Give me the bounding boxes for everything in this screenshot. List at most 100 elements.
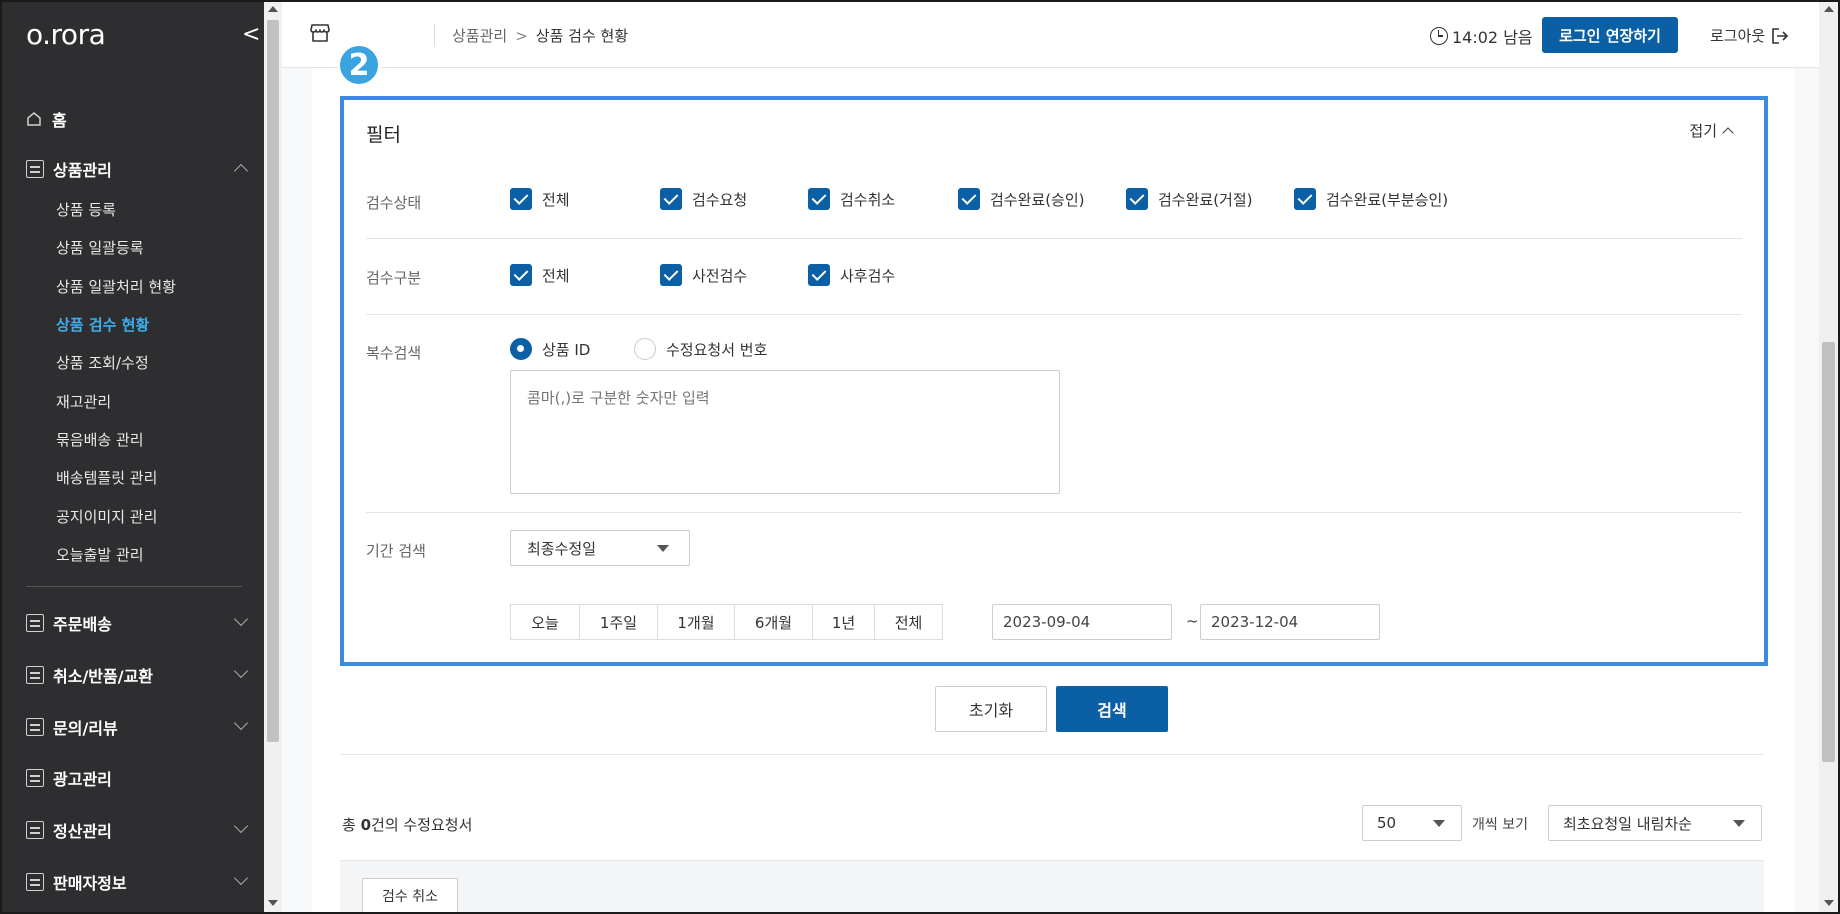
sidebar-subitem-bulk-register[interactable]: 상품 일괄등록: [56, 237, 144, 259]
checkbox-label: 검수취소: [840, 190, 896, 209]
per-page-label: 개씩 보기: [1472, 817, 1528, 833]
period-all-button[interactable]: 전체: [875, 605, 942, 639]
sidebar-item-settlement[interactable]: 정산관리: [26, 817, 249, 843]
session-timer: 14:02 남음: [1430, 24, 1533, 48]
type-checkbox-post[interactable]: 사후검수: [808, 264, 895, 286]
breadcrumb: 상품관리 > 상품 검수 현황: [452, 25, 628, 46]
status-checkbox-partial[interactable]: 검수완료(부분승인): [1294, 188, 1448, 210]
sidebar-subitem-inspection-status[interactable]: 상품 검수 현황: [56, 314, 149, 336]
store-icon[interactable]: [310, 24, 330, 42]
end-date-input[interactable]: 2023-12-04: [1200, 604, 1380, 640]
status-checkbox-approved[interactable]: 검수완료(승인): [958, 188, 1085, 210]
per-page-select[interactable]: 50: [1362, 805, 1462, 841]
sidebar-collapse-button[interactable]: <: [242, 24, 260, 48]
chevron-down-icon: [233, 663, 249, 679]
radio-request-no[interactable]: 수정요청서 번호: [634, 338, 767, 360]
sidebar-subitem-product-register[interactable]: 상품 등록: [56, 199, 116, 221]
sidebar-scrollbar-thumb[interactable]: [267, 20, 279, 742]
checkbox-checked-icon: [1126, 188, 1148, 210]
checkbox-label: 검수완료(부분승인): [1326, 190, 1449, 209]
date-range-separator: ~: [1186, 612, 1199, 630]
checkbox-label: 전체: [542, 190, 570, 209]
sidebar-item-returns[interactable]: 취소/반품/교환: [26, 662, 249, 688]
status-checkbox-cancelled[interactable]: 검수취소: [808, 188, 895, 210]
type-checkbox-all[interactable]: 전체: [510, 264, 570, 286]
clock-icon: [1430, 27, 1448, 45]
chevron-down-icon: [233, 715, 249, 731]
checkbox-checked-icon: [510, 188, 532, 210]
reset-button[interactable]: 초기화: [935, 686, 1047, 732]
sort-select[interactable]: 최초요청일 내림차순: [1548, 805, 1762, 841]
section-divider: [340, 754, 1764, 755]
breadcrumb-parent[interactable]: 상품관리: [452, 25, 507, 46]
scroll-down-arrow-icon[interactable]: [1824, 900, 1834, 906]
document-icon: [26, 666, 44, 684]
sidebar-subitem-product-edit[interactable]: 상품 조회/수정: [56, 352, 149, 374]
sidebar-item-ads[interactable]: 광고관리: [26, 765, 246, 791]
period-quick-buttons: 오늘 1주일 1개월 6개월 1년 전체: [510, 604, 943, 640]
extend-login-button[interactable]: 로그인 연장하기: [1542, 17, 1678, 53]
status-checkbox-rejected[interactable]: 검수완료(거절): [1126, 188, 1253, 210]
sidebar-subitem-bulk-status[interactable]: 상품 일괄처리 현황: [56, 276, 176, 298]
document-icon: [26, 614, 44, 632]
collapse-label: 접기: [1689, 122, 1717, 140]
results-table-toolbar: [340, 860, 1764, 912]
document-icon: [26, 873, 44, 891]
logout-button[interactable]: 로그아웃: [1710, 25, 1789, 46]
chevron-down-icon: [233, 611, 249, 627]
multi-search-input[interactable]: [510, 370, 1060, 494]
checkbox-label: 전체: [542, 266, 570, 285]
radio-selected-icon: [510, 338, 532, 360]
breadcrumb-separator: >: [515, 26, 528, 45]
total-count: 0: [360, 816, 372, 834]
sidebar-subitem-bundle-shipping[interactable]: 묶음배송 관리: [56, 429, 144, 451]
sidebar-item-inquiries[interactable]: 문의/리뷰: [26, 714, 249, 740]
sidebar-item-seller-info[interactable]: 판매자정보: [26, 869, 249, 895]
status-checkbox-all[interactable]: 전체: [510, 188, 570, 210]
sidebar-item-label: 정산관리: [53, 822, 112, 841]
checkbox-label: 검수완료(승인): [990, 190, 1085, 209]
sidebar-item-label: 취소/반품/교환: [53, 667, 154, 686]
sidebar-subitem-shipping-template[interactable]: 배송템플릿 관리: [56, 467, 157, 489]
chevron-down-icon: [233, 818, 249, 834]
scroll-up-arrow-icon[interactable]: [1824, 6, 1834, 12]
home-icon: [26, 111, 42, 127]
period-6month-button[interactable]: 6개월: [735, 605, 813, 639]
document-icon: [26, 718, 44, 736]
scroll-down-arrow-icon[interactable]: [268, 900, 278, 906]
sidebar-item-product-mgmt[interactable]: 상품관리: [26, 156, 249, 182]
date-type-select[interactable]: 최종수정일: [510, 530, 690, 566]
period-today-button[interactable]: 오늘: [511, 605, 580, 639]
period-1week-button[interactable]: 1주일: [580, 605, 658, 639]
sidebar-subitem-inventory[interactable]: 재고관리: [56, 391, 111, 413]
type-checkbox-pre[interactable]: 사전검수: [660, 264, 747, 286]
period-1year-button[interactable]: 1년: [813, 605, 875, 639]
radio-label: 상품 ID: [542, 340, 591, 359]
search-button[interactable]: 검색: [1056, 686, 1168, 732]
sidebar-item-home[interactable]: 홈: [26, 106, 246, 132]
caret-down-icon: [1433, 820, 1445, 827]
logout-icon: [1771, 27, 1789, 44]
caret-down-icon: [657, 545, 669, 552]
period-label: 기간 검색: [366, 542, 426, 560]
row-divider: [366, 512, 1742, 513]
checkbox-label: 검수요청: [692, 190, 748, 209]
document-icon: [26, 160, 44, 178]
sidebar-subitem-today-dispatch[interactable]: 오늘출발 관리: [56, 544, 144, 566]
start-date-input[interactable]: 2023-09-04: [992, 604, 1172, 640]
checkbox-checked-icon: [660, 188, 682, 210]
period-1month-button[interactable]: 1개월: [658, 605, 735, 639]
checkbox-checked-icon: [808, 188, 830, 210]
sidebar-item-label: 주문배송: [53, 615, 112, 634]
scroll-up-arrow-icon[interactable]: [268, 6, 278, 12]
status-checkbox-requested[interactable]: 검수요청: [660, 188, 747, 210]
filter-collapse-button[interactable]: 접기: [1689, 120, 1734, 141]
sidebar-item-orders[interactable]: 주문배송: [26, 610, 249, 636]
radio-product-id[interactable]: 상품 ID: [510, 338, 590, 360]
total-suffix: 건의 수정요청서: [371, 816, 473, 834]
cancel-inspection-button[interactable]: 검수 취소: [362, 878, 458, 912]
radio-unselected-icon: [634, 338, 656, 360]
sidebar-subitem-notice-image[interactable]: 공지이미지 관리: [56, 506, 157, 528]
top-header: 상품관리 > 상품 검수 현황 14:02 남음 로그인 연장하기 로그아웃: [282, 2, 1819, 68]
main-scrollbar-thumb[interactable]: [1822, 342, 1835, 762]
